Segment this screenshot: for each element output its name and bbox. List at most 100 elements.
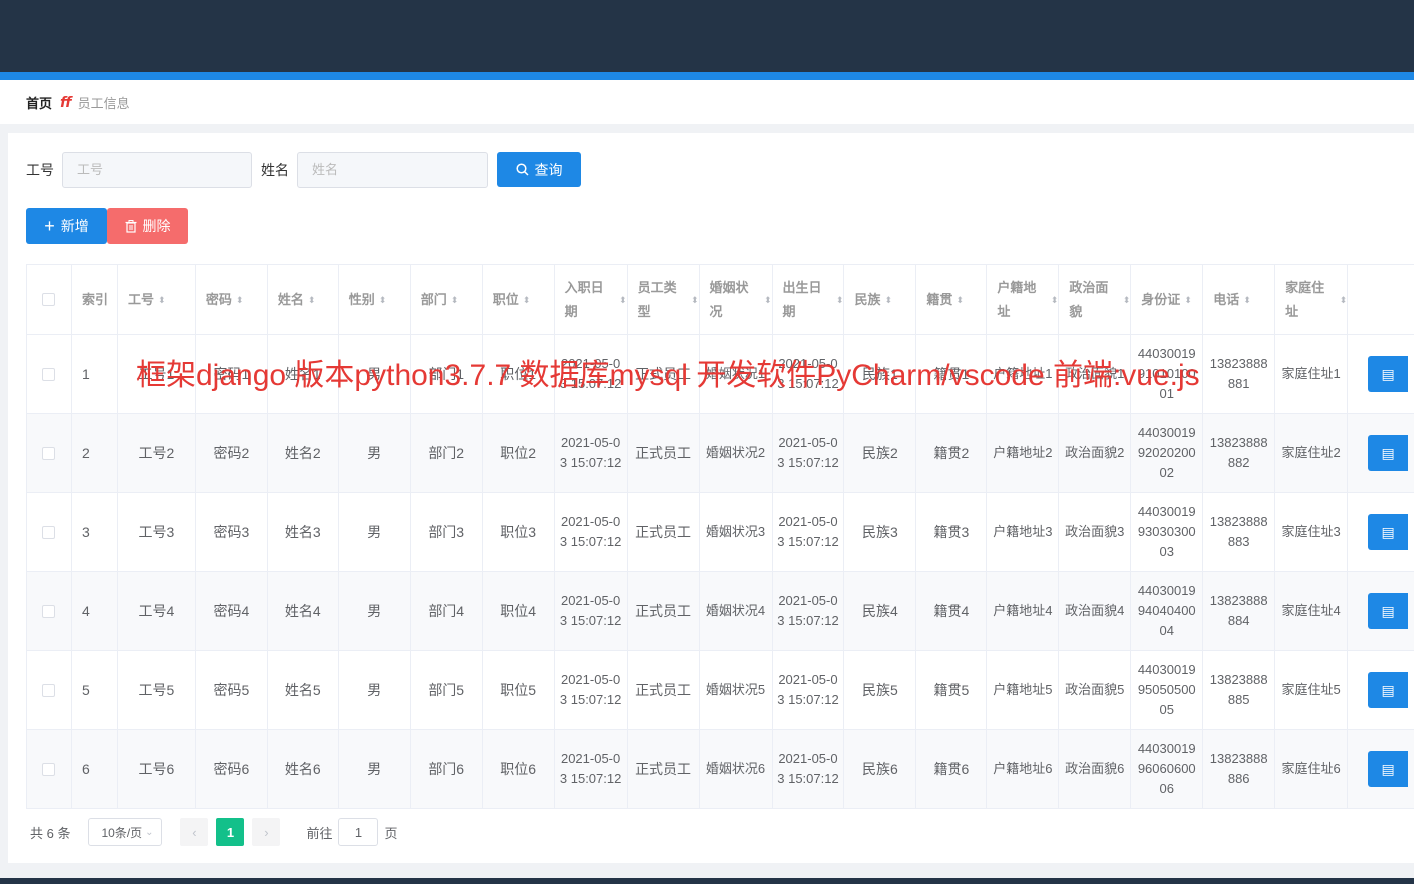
- cell-index: 4: [72, 572, 118, 650]
- column-header-emp_type[interactable]: 员工类型 ⬍: [628, 265, 700, 334]
- cell-home: 家庭住址6: [1275, 730, 1349, 808]
- sort-caret-icon[interactable]: ⬍: [1123, 288, 1131, 312]
- table-row[interactable]: 2 工号2 密码2 姓名2 男部门2 职位2 2021-05-03 15:07:12 正式员工…: [27, 414, 1414, 493]
- table-row[interactable]: 5 工号5 密码5 姓名5 男部门5 职位5 2021-05-03 15:07:12 正式员工…: [27, 651, 1414, 730]
- row-checkbox[interactable]: [42, 525, 56, 539]
- sort-caret-icon[interactable]: ⬍: [691, 288, 699, 312]
- page-size-select[interactable]: 10条/页 ⌄: [88, 818, 163, 846]
- cell-position: 职位3: [483, 493, 555, 571]
- cell-phone: 13823888881: [1203, 335, 1276, 413]
- select-all-checkbox[interactable]: [42, 293, 56, 306]
- sort-caret-icon[interactable]: ⬍: [764, 288, 772, 312]
- column-header-political[interactable]: 政治面貌 ⬍: [1059, 265, 1132, 334]
- row-detail-button[interactable]: ▤: [1368, 356, 1409, 392]
- sort-caret-icon[interactable]: ⬍: [1184, 288, 1192, 312]
- row-checkbox-cell: [27, 651, 72, 729]
- row-detail-button[interactable]: ▤: [1368, 751, 1409, 787]
- next-page-button[interactable]: ›: [252, 818, 281, 846]
- row-operation-cell: ▤: [1348, 651, 1414, 729]
- cell-marital: 婚姻状况6: [700, 730, 773, 808]
- sort-caret-icon[interactable]: ⬍: [884, 288, 892, 312]
- cell-name: 姓名2: [268, 414, 339, 492]
- cell-id: 工号2: [118, 414, 196, 492]
- sort-caret-icon[interactable]: ⬍: [158, 288, 166, 312]
- cell-hire_date: 2021-05-03 15:07:12: [555, 414, 628, 492]
- sort-caret-icon[interactable]: ⬍: [1243, 288, 1251, 312]
- sort-caret-icon[interactable]: ⬍: [836, 288, 844, 312]
- cell-idcard: 440300199505050005: [1131, 651, 1204, 729]
- sort-caret-icon[interactable]: ⬍: [236, 288, 244, 312]
- query-button[interactable]: 查询: [497, 152, 581, 187]
- sort-caret-icon[interactable]: ⬍: [308, 288, 316, 312]
- row-detail-button[interactable]: ▤: [1368, 514, 1409, 550]
- column-header-hire_date[interactable]: 入职日期 ⬍: [555, 265, 628, 334]
- row-checkbox[interactable]: [42, 683, 56, 697]
- cell-household: 户籍地址4: [987, 572, 1060, 650]
- cell-hire_date: 2021-05-03 15:07:12: [555, 651, 628, 729]
- column-header-position[interactable]: 职位 ⬍: [483, 265, 555, 334]
- cell-home: 家庭住址3: [1275, 493, 1349, 571]
- column-header-dept[interactable]: 部门 ⬍: [411, 265, 483, 334]
- row-detail-button[interactable]: ▤: [1368, 593, 1409, 629]
- cell-id: 工号4: [118, 572, 196, 650]
- table-row[interactable]: 3 工号3 密码3 姓名3 男部门3 职位3 2021-05-03 15:07:12 正式员工…: [27, 493, 1414, 572]
- column-header-household[interactable]: 户籍地址 ⬍: [987, 265, 1060, 334]
- cell-name: 姓名6: [268, 730, 339, 808]
- add-button[interactable]: + 新增: [26, 208, 107, 244]
- employee-table: 索引 工号 ⬍ 密码 ⬍ 姓名 ⬍ 性别 ⬍ 部门 ⬍ 职位 ⬍ 入职日期 ⬍ 员工类型 ⬍ 婚姻状况 ⬍ 出生日期 ⬍…: [26, 264, 1414, 809]
- cell-gender: 男: [339, 572, 411, 650]
- sort-caret-icon[interactable]: ⬍: [1051, 288, 1059, 312]
- column-header-phone[interactable]: 电话 ⬍: [1203, 265, 1276, 334]
- column-header-password[interactable]: 密码 ⬍: [196, 265, 268, 334]
- cell-emp_type: 正式员工: [628, 572, 700, 650]
- prev-page-button[interactable]: ‹: [180, 818, 209, 846]
- name-input[interactable]: 姓名: [297, 152, 488, 188]
- chevron-right-icon: ›: [264, 824, 269, 840]
- cell-emp_type: 正式员工: [628, 414, 700, 492]
- column-header-gender[interactable]: 性别 ⬍: [339, 265, 411, 334]
- delete-button[interactable]: 删除: [107, 208, 188, 244]
- sort-caret-icon[interactable]: ⬍: [379, 288, 387, 312]
- cell-dept: 部门6: [411, 730, 483, 808]
- column-header-marital[interactable]: 婚姻状况 ⬍: [700, 265, 773, 334]
- cell-ethnic: 民族6: [844, 730, 917, 808]
- cell-name: 姓名3: [268, 493, 339, 571]
- column-header-name[interactable]: 姓名 ⬍: [268, 265, 339, 334]
- column-header-home[interactable]: 家庭住址 ⬍: [1275, 265, 1349, 334]
- sort-caret-icon[interactable]: ⬍: [1340, 288, 1348, 312]
- column-header-idcard[interactable]: 身份证 ⬍: [1131, 265, 1204, 334]
- row-checkbox[interactable]: [42, 604, 56, 618]
- row-operation-cell: ▤: [1348, 493, 1414, 571]
- column-header-label: 工号: [127, 291, 154, 307]
- sort-caret-icon[interactable]: ⬍: [956, 288, 964, 312]
- cell-idcard: 440300199303030003: [1131, 493, 1204, 571]
- row-checkbox[interactable]: [42, 762, 56, 776]
- row-detail-button[interactable]: ▤: [1368, 435, 1409, 471]
- cell-household: 户籍地址6: [987, 730, 1060, 808]
- column-header-id[interactable]: 工号 ⬍: [118, 265, 196, 334]
- row-checkbox[interactable]: [42, 367, 56, 381]
- cell-birth: 2021-05-03 15:07:12: [773, 730, 845, 808]
- employee-id-input[interactable]: 工号: [62, 152, 252, 188]
- row-checkbox[interactable]: [42, 446, 56, 460]
- cell-id: 工号5: [118, 651, 196, 729]
- document-icon: ▤: [1381, 682, 1395, 698]
- sort-caret-icon[interactable]: ⬍: [451, 288, 459, 312]
- table-row[interactable]: 4 工号4 密码4 姓名4 男部门4 职位4 2021-05-03 15:07:12 正式员工…: [27, 572, 1414, 651]
- cell-idcard: 440300199606060006: [1131, 730, 1204, 808]
- trash-icon: [125, 219, 136, 233]
- cell-position: 职位5: [483, 651, 555, 729]
- sort-caret-icon[interactable]: ⬍: [523, 288, 531, 312]
- sort-caret-icon[interactable]: ⬍: [619, 288, 627, 312]
- row-detail-button[interactable]: ▤: [1368, 672, 1409, 708]
- column-header-native[interactable]: 籍贯 ⬍: [916, 265, 988, 334]
- column-header-birth[interactable]: 出生日期 ⬍: [773, 265, 845, 334]
- page-number-current[interactable]: 1: [216, 818, 245, 846]
- column-header-ethnic[interactable]: 民族 ⬍: [844, 265, 917, 334]
- cell-political: 政治面貌2: [1059, 414, 1132, 492]
- goto-page-input[interactable]: 1: [338, 818, 379, 846]
- cell-hire_date: 2021-05-03 15:07:12: [555, 572, 628, 650]
- table-row[interactable]: 6 工号6 密码6 姓名6 男部门6 职位6 2021-05-03 15:07:12 正式员工…: [27, 730, 1414, 809]
- cell-gender: 男: [339, 730, 411, 808]
- breadcrumb-home[interactable]: 首页: [26, 93, 52, 112]
